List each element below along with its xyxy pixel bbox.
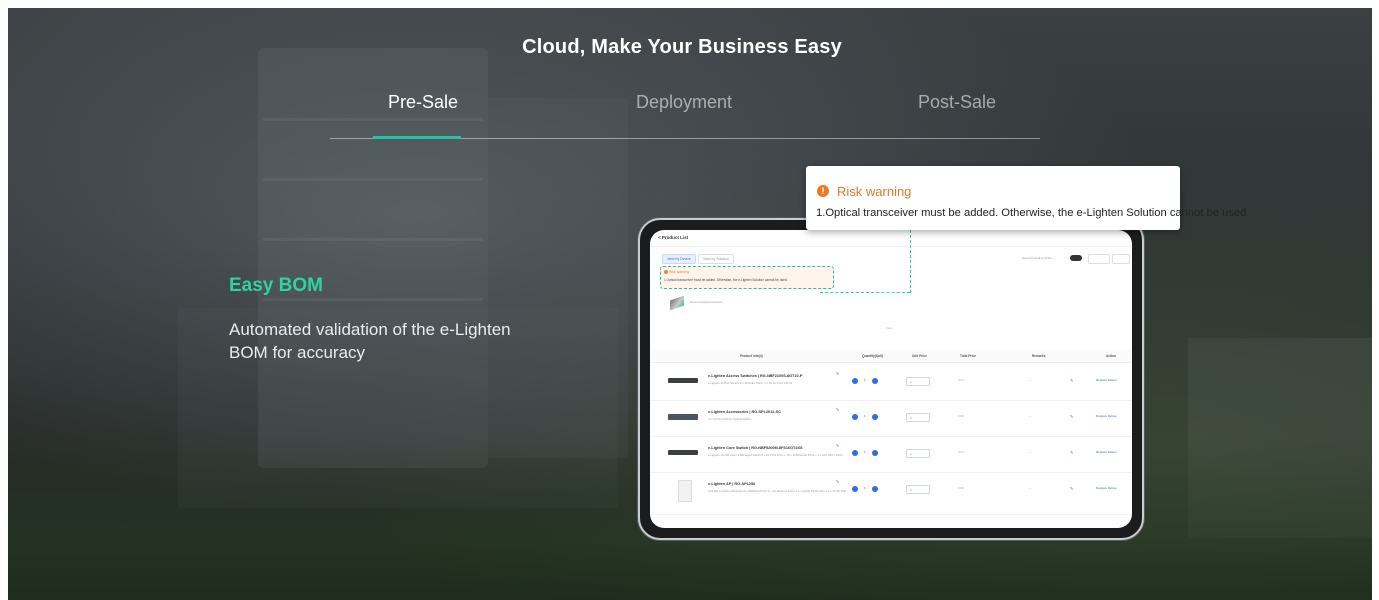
quantity-value: 1 (864, 486, 866, 490)
switch-image (668, 378, 698, 383)
building-floor-line (263, 178, 483, 181)
tab-post-sale[interactable]: Post-Sale (918, 92, 996, 113)
total-price: 0.00 (958, 378, 964, 382)
increase-button[interactable] (872, 378, 878, 384)
core-switch-image (668, 450, 698, 455)
decrease-button[interactable] (852, 450, 858, 456)
increase-button[interactable] (872, 414, 878, 420)
callout-connector (910, 230, 911, 293)
product-name: e-Lighten Core Switch | RG-NBF5200M-8FS1… (708, 446, 803, 450)
inline-risk-message: 1.Optical transceiver must be added. Oth… (664, 278, 788, 282)
row-actions[interactable]: Replace Delete (1096, 414, 1117, 418)
product-desc: AC1300 e-Lighten Multi-Service Wall Moun… (708, 489, 847, 493)
popup-message: 1.Optical transceiver must be added. Oth… (816, 207, 1250, 219)
edit-icon[interactable]: ✎ (836, 407, 839, 412)
risk-warning-popup: ! Risk warning 1.Optical transceiver mus… (806, 166, 1249, 230)
edit-icon[interactable]: ✎ (836, 479, 839, 484)
view-by-device-button[interactable]: View by Device (662, 254, 696, 264)
active-tab-indicator (373, 136, 461, 139)
tab-deployment[interactable]: Deployment (636, 92, 732, 113)
recommended-item: Recommended selection (670, 295, 790, 316)
table-row: e-Lighten Core Switch | RG-NBF5200M-8FS1… (650, 438, 1132, 473)
edit-remarks-icon[interactable]: ✎ (1070, 486, 1073, 491)
export-toggle[interactable] (1070, 255, 1082, 261)
inline-risk-title: Risk warning (669, 270, 690, 274)
unit-price-input[interactable]: 0 (906, 377, 930, 386)
stage-tabs: Pre-Sale Deployment Post-Sale (330, 90, 1040, 139)
edit-icon[interactable]: ✎ (836, 443, 839, 448)
edit-icon[interactable]: ✎ (836, 371, 839, 376)
warning-icon: ! (817, 185, 829, 197)
row-actions[interactable]: Replace Delete (1096, 486, 1117, 490)
inline-risk-warning: Risk warning 1.Optical transceiver must … (660, 266, 834, 289)
remarks: — (1028, 450, 1031, 454)
column-header: Action (1106, 354, 1116, 358)
transceiver-image (670, 295, 684, 311)
edit-remarks-icon[interactable]: ✎ (1070, 414, 1073, 419)
column-header: Product Info(4) (740, 354, 763, 358)
access-point-image (678, 480, 692, 502)
quantity-value: 1 (864, 450, 866, 454)
tablet-screen: < Product List View by Device View by So… (650, 230, 1132, 528)
decrease-button[interactable] (852, 414, 858, 420)
increase-button[interactable] (872, 486, 878, 492)
product-list-header: < Product List (650, 230, 1132, 247)
unit-price-input[interactable]: 0 (906, 449, 930, 458)
table-row: e-Lighten Access Switches | RG-NBF2100S-… (650, 366, 1132, 401)
edit-button[interactable] (1088, 254, 1110, 264)
unit-price-input[interactable]: 0 (906, 485, 930, 494)
splitter-image (668, 414, 698, 420)
tab-pre-sale[interactable]: Pre-Sale (388, 92, 458, 113)
total-price: 0.00 (958, 486, 964, 490)
product-list-title: < Product List (658, 235, 689, 240)
decrease-button[interactable] (852, 486, 858, 492)
feature-description: Automated validation of the e-Lighten BO… (229, 320, 511, 362)
building-floor-line (263, 238, 483, 241)
tablet-mockup: < Product List View by Device View by So… (638, 218, 1144, 540)
product-desc: 2 in 12 Out Uniform Optical Splitter (708, 417, 752, 421)
section-headline: Cloud, Make Your Business Easy (522, 36, 842, 58)
quantity-value: 1 (864, 378, 866, 382)
popup-title: Risk warning (837, 184, 912, 199)
callout-connector (820, 292, 910, 293)
product-name: e-Lighten AP | RG-AP1250 (708, 482, 756, 486)
product-desc: e-Lighten 10 Port Switch, 8 x 10 PoE+ Po… (708, 381, 793, 385)
more-toggle[interactable]: more (886, 326, 893, 330)
view-by-solution-button[interactable]: View by Solution (698, 254, 734, 264)
add-button[interactable] (1112, 254, 1130, 264)
decrease-button[interactable] (852, 378, 858, 384)
unit-price-input[interactable]: 0 (906, 413, 930, 422)
total-price: 0.00 (958, 414, 964, 418)
table-row: e-Lighten Accessories | RG-SPL2012-SC 2 … (650, 402, 1132, 437)
total-price: 0.00 (958, 450, 964, 454)
remarks: — (1028, 414, 1031, 418)
table-header: Product Info(4) Quantity(Unit) Unit Pric… (650, 350, 1132, 363)
edit-remarks-icon[interactable]: ✎ (1070, 378, 1073, 383)
column-header: Total Price (960, 354, 977, 358)
quantity-value: 1 (864, 414, 866, 418)
building-floor-line (263, 298, 483, 301)
remarks: — (1028, 378, 1031, 382)
column-header: Quantity(Unit) (862, 354, 884, 358)
product-desc: e-Lighten 16-100 Layer 3 Managed Switch … (708, 453, 843, 457)
row-actions[interactable]: Replace Delete (1096, 378, 1117, 382)
recommended-label: Recommended selection (690, 300, 724, 304)
feature-title: Easy BOM (229, 275, 323, 296)
row-actions[interactable]: Replace Delete (1096, 450, 1117, 454)
column-header: Remarks (1032, 354, 1046, 358)
edit-remarks-icon[interactable]: ✎ (1070, 450, 1073, 455)
table-row: e-Lighten AP | RG-AP1250 AC1300 e-Lighte… (650, 474, 1132, 515)
warning-icon (664, 270, 668, 274)
export-label: Export Including Scale (1022, 256, 1052, 260)
remarks: — (1028, 486, 1031, 490)
increase-button[interactable] (872, 450, 878, 456)
column-header: Unit Price (912, 354, 927, 358)
product-name: e-Lighten Access Switches | RG-NBF2100S-… (708, 374, 803, 378)
product-name: e-Lighten Accessories | RG-SPL2012-SC (708, 410, 781, 414)
